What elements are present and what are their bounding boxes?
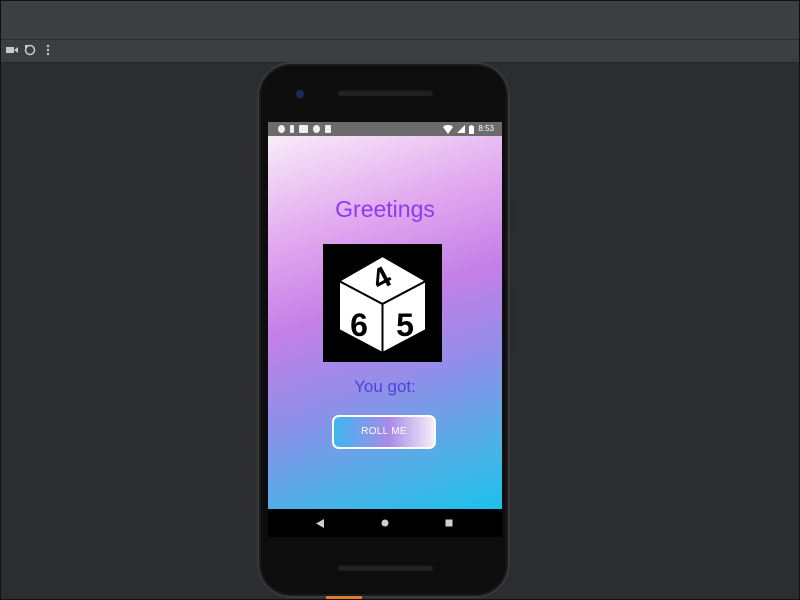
dice-left-number: 6 bbox=[350, 307, 368, 343]
front-camera bbox=[296, 90, 304, 98]
bottom-speaker bbox=[337, 564, 434, 571]
video-camera-icon[interactable] bbox=[5, 43, 19, 57]
app-screen: Greetings 4 6 5 You got: ROLL ME bbox=[268, 136, 502, 509]
emulator-toolbar bbox=[1, 40, 799, 63]
status-bar: 8:53 bbox=[268, 122, 502, 136]
earpiece-speaker bbox=[337, 89, 434, 96]
sync-icon bbox=[313, 125, 320, 133]
window-resize-indicator bbox=[326, 596, 362, 599]
rotate-icon[interactable] bbox=[23, 43, 37, 57]
recents-icon[interactable] bbox=[439, 509, 459, 537]
status-time: 8:53 bbox=[478, 124, 494, 133]
volume-button[interactable] bbox=[510, 285, 514, 355]
navigation-bar bbox=[268, 509, 502, 537]
sim-icon bbox=[290, 125, 294, 133]
greeting-text: Greetings bbox=[335, 196, 435, 222]
media-icon bbox=[299, 125, 308, 133]
power-button[interactable] bbox=[510, 200, 514, 238]
result-label: You got: bbox=[354, 377, 416, 396]
emulator-title-bar bbox=[1, 1, 799, 40]
sdcard-icon bbox=[325, 125, 331, 133]
signal-icon bbox=[457, 125, 466, 133]
settings-icon bbox=[278, 125, 285, 133]
home-icon[interactable] bbox=[375, 509, 395, 537]
more-vertical-icon[interactable] bbox=[41, 43, 55, 57]
battery-icon bbox=[469, 124, 475, 134]
roll-me-button[interactable]: ROLL ME bbox=[332, 415, 436, 449]
wifi-icon bbox=[443, 124, 454, 134]
dice-image[interactable]: 4 6 5 bbox=[323, 244, 442, 362]
back-icon[interactable] bbox=[310, 509, 330, 537]
dice-right-number: 5 bbox=[396, 307, 414, 343]
